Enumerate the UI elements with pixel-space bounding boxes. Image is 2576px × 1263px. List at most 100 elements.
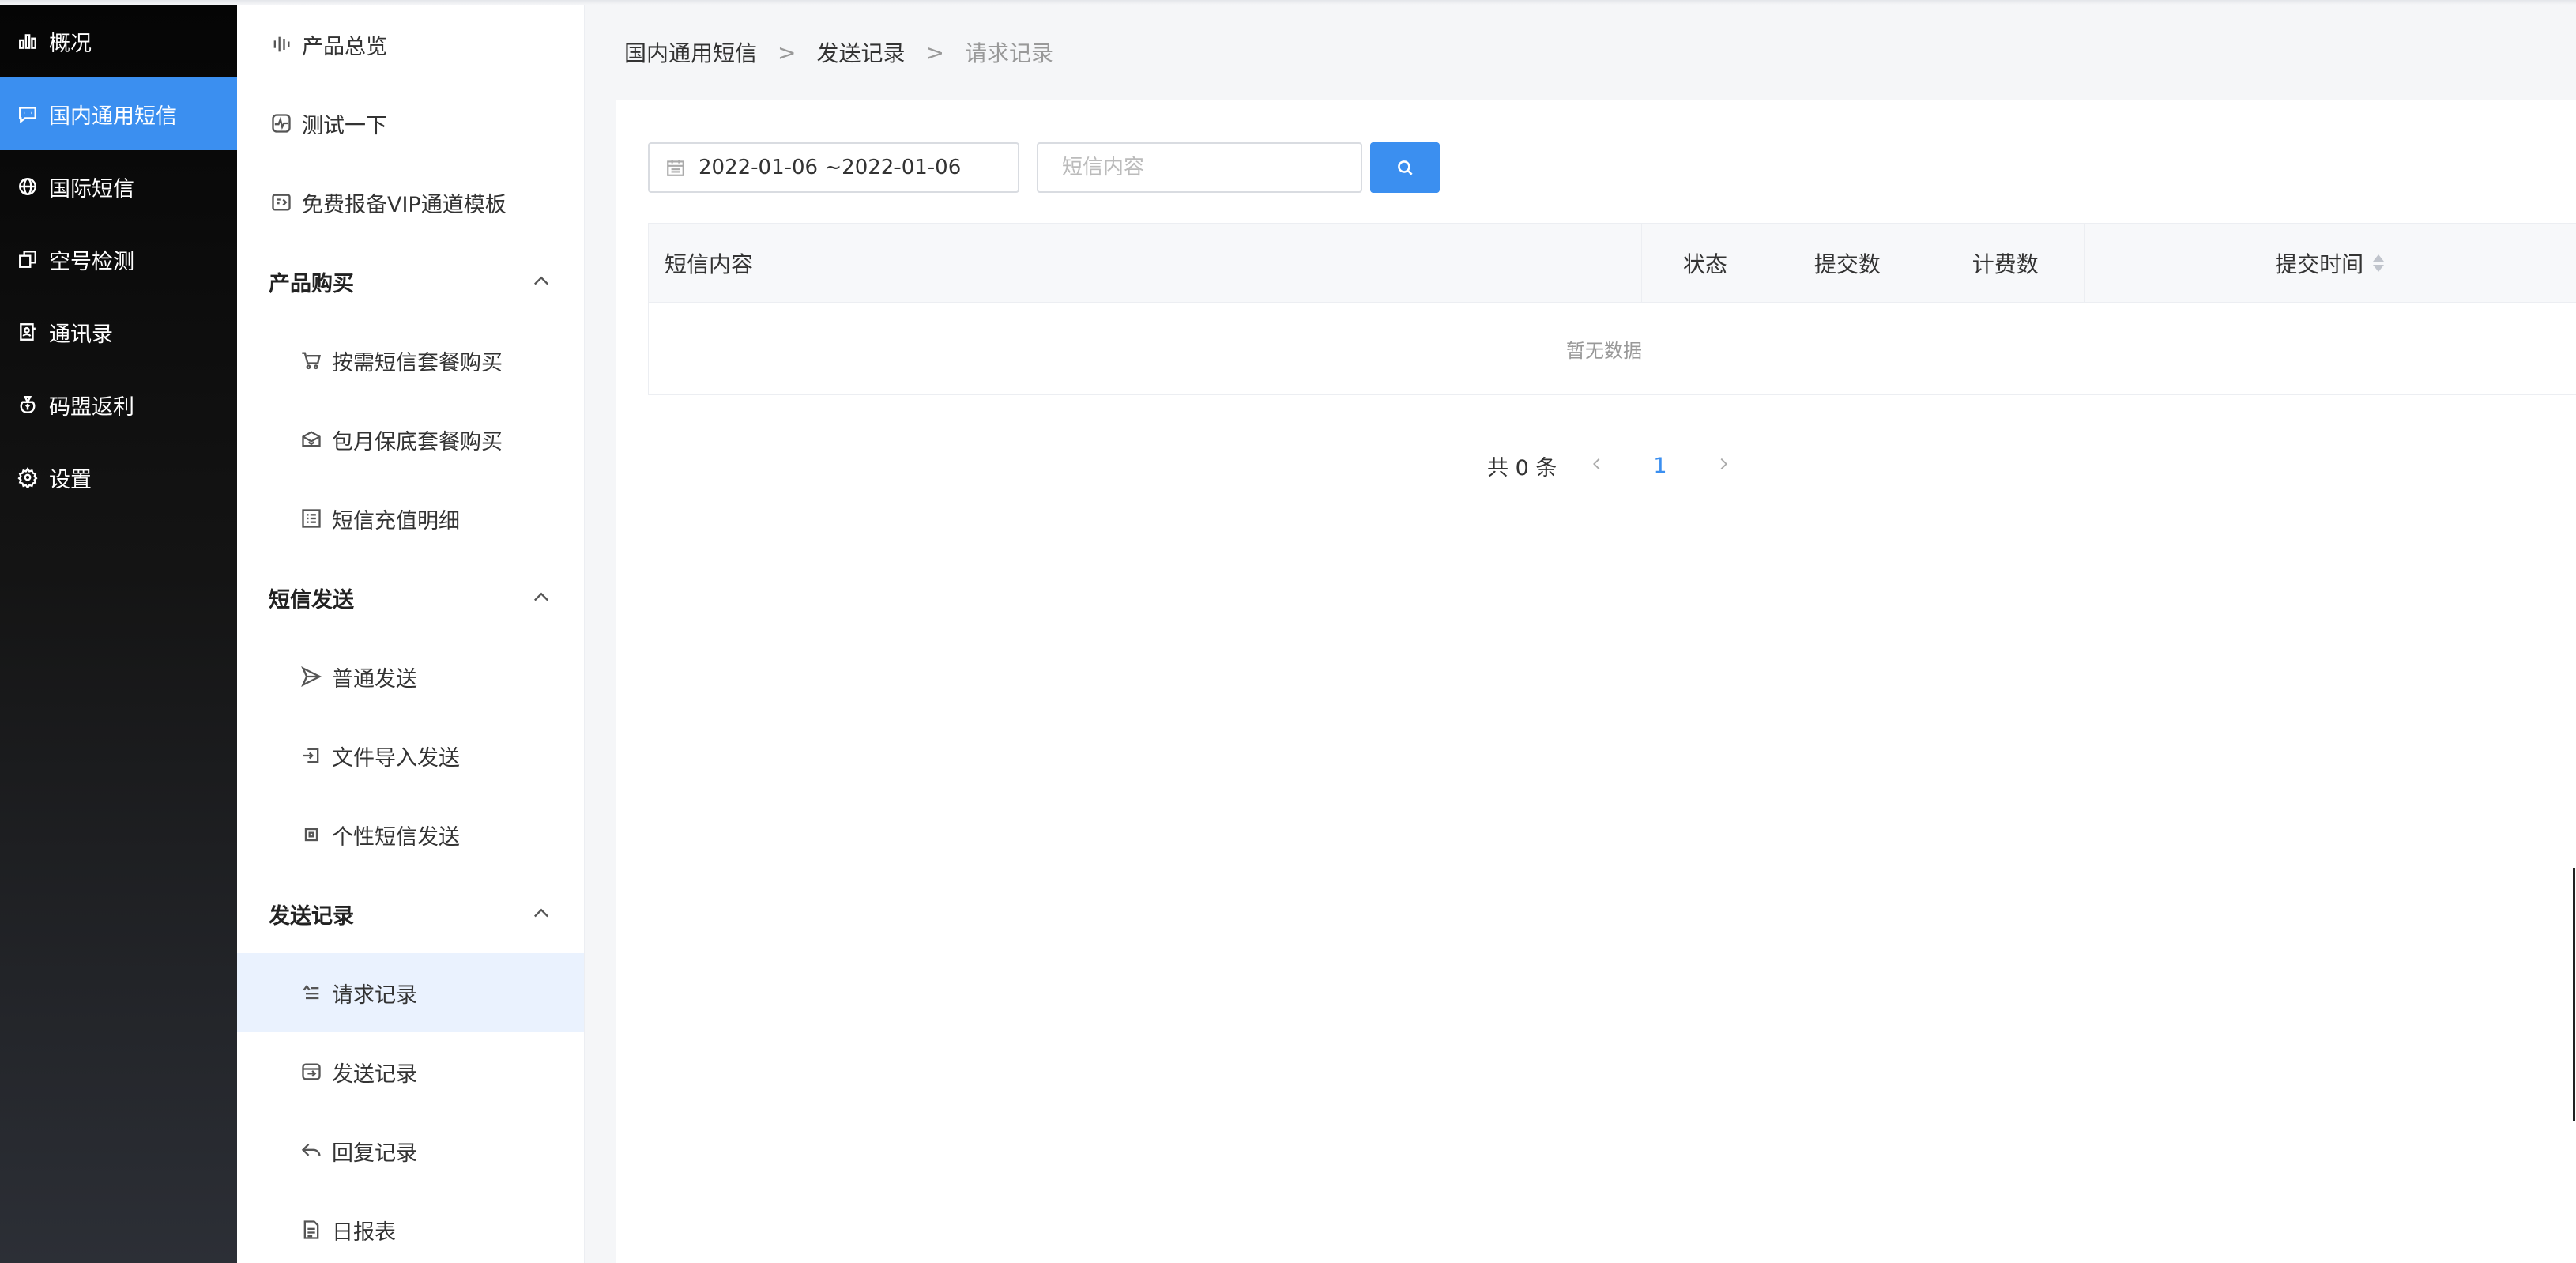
search-button[interactable]: [1370, 142, 1440, 193]
vip-template-icon: [269, 190, 294, 215]
scrollbar-thumb[interactable]: [2573, 868, 2575, 1121]
calendar-icon: [667, 160, 684, 176]
pulse-icon: [269, 111, 294, 136]
sidebar-item-label: 概况: [49, 31, 92, 56]
menu-item-reply-records[interactable]: 回复记录: [237, 1111, 584, 1190]
breadcrumb-separator: >: [778, 39, 797, 66]
contacts-icon: [16, 320, 40, 344]
chevron-up-icon: [534, 592, 548, 601]
cart-icon: [299, 348, 324, 373]
menu-item-daily-report[interactable]: 日报表: [237, 1190, 584, 1263]
sidebar-item-settings[interactable]: 设置: [0, 441, 237, 514]
menu-item-request-records[interactable]: 请求记录: [237, 953, 584, 1032]
menu-group-purchase[interactable]: 产品购买: [237, 242, 584, 321]
sort-icon[interactable]: [2371, 254, 2386, 272]
breadcrumb-item[interactable]: 发送记录: [816, 36, 905, 68]
sidebar-item-label: 通讯录: [49, 322, 113, 347]
menu-item-label: 普通发送: [332, 666, 417, 692]
next-page-button[interactable]: [1715, 454, 1732, 478]
chevron-right-icon: [1720, 458, 1727, 470]
import-icon: [299, 743, 324, 768]
menu-item-recharge-detail[interactable]: 短信充值明细: [237, 479, 584, 558]
search-icon: [1398, 160, 1413, 175]
menu-group-title: 产品购买: [269, 271, 354, 296]
chevron-up-icon: [534, 276, 548, 285]
sidebar-item-empty-number-check[interactable]: 空号检测: [0, 223, 237, 296]
menu-group-sms-send[interactable]: 短信发送: [237, 558, 584, 637]
menu-item-label: 短信充值明细: [332, 508, 460, 533]
list-icon: [299, 506, 324, 531]
date-range-picker[interactable]: 2022-01-06 ~2022-01-06: [648, 142, 1019, 193]
sidebar-item-label: 空号检测: [49, 249, 134, 274]
send-record-icon: [299, 1059, 324, 1084]
menu-item-test[interactable]: 测试一下: [237, 84, 584, 163]
request-icon: [299, 980, 324, 1005]
sidebar-item-overview[interactable]: 概况: [0, 5, 237, 77]
primary-sidebar: 概况 国内通用短信 国际短信 空号检测 通讯录 码盟返利 设置: [0, 5, 237, 1263]
menu-item-label: 包月保底套餐购买: [332, 429, 503, 454]
main-content: 2022-01-06 ~2022-01-06 短信内容 状态 提交数 计费数 提…: [616, 100, 2576, 1263]
column-header-content: 短信内容: [649, 224, 1643, 302]
menu-item-label: 回复记录: [332, 1140, 417, 1166]
pagination-total: 共 0 条: [1487, 456, 1557, 481]
menu-item-on-demand-purchase[interactable]: 按需短信套餐购买: [237, 321, 584, 400]
menu-item-label: 日报表: [332, 1220, 396, 1245]
menu-item-label: 测试一下: [302, 113, 387, 138]
page-number-current[interactable]: 1: [1653, 454, 1666, 478]
date-range-value: 2022-01-06 ~2022-01-06: [699, 156, 962, 179]
bar-chart-icon: [16, 29, 40, 53]
menu-item-label: 按需短信套餐购买: [332, 350, 503, 375]
menu-item-label: 产品总览: [302, 34, 387, 59]
chevron-left-icon: [1593, 458, 1600, 470]
money-bag-icon: [16, 393, 40, 417]
overview-icon: [269, 32, 294, 57]
column-header-status: 状态: [1642, 224, 1769, 302]
secondary-menu: 产品总览 测试一下 免费报备VIP通道模板 产品购买 按需短信套餐购买 包月保底…: [237, 5, 585, 1263]
menu-item-file-import-send[interactable]: 文件导入发送: [237, 716, 584, 795]
menu-item-label: 发送记录: [332, 1061, 417, 1087]
records-table: 短信内容 状态 提交数 计费数 提交时间 暂无数据: [648, 223, 2576, 395]
menu-item-normal-send[interactable]: 普通发送: [237, 637, 584, 716]
menu-item-label: 个性短信发送: [332, 824, 460, 850]
breadcrumb-item[interactable]: 国内通用短信: [624, 36, 757, 68]
menu-item-send-records[interactable]: 发送记录: [237, 1032, 584, 1111]
empty-state: 暂无数据: [1566, 339, 1642, 362]
detect-icon: [16, 247, 40, 271]
sidebar-item-label: 码盟返利: [49, 394, 134, 420]
globe-icon: [16, 175, 40, 198]
breadcrumb-current: 请求记录: [964, 40, 1053, 66]
gear-icon: [16, 466, 40, 489]
menu-item-custom-send[interactable]: 个性短信发送: [237, 795, 584, 874]
column-header-label: 提交时间: [2275, 251, 2364, 277]
report-icon: [299, 1217, 324, 1242]
table-header: 短信内容 状态 提交数 计费数 提交时间: [649, 224, 2576, 303]
reply-icon: [299, 1138, 324, 1163]
menu-group-send-records[interactable]: 发送记录: [237, 874, 584, 953]
send-icon: [299, 664, 324, 689]
menu-item-monthly-purchase[interactable]: 包月保底套餐购买: [237, 400, 584, 479]
sidebar-item-domestic-sms[interactable]: 国内通用短信: [0, 77, 237, 150]
pagination: 共 0 条 1: [1487, 451, 1732, 481]
menu-item-label: 请求记录: [332, 982, 417, 1008]
search-input[interactable]: [1037, 142, 1362, 193]
chevron-up-icon: [534, 908, 548, 918]
sidebar-item-label: 国际短信: [49, 176, 134, 202]
sidebar-item-international-sms[interactable]: 国际短信: [0, 150, 237, 223]
menu-group-title: 短信发送: [269, 587, 354, 613]
sidebar-item-rebate[interactable]: 码盟返利: [0, 368, 237, 441]
sidebar-item-label: 国内通用短信: [49, 104, 177, 129]
package-icon: [299, 427, 324, 452]
sidebar-item-contacts[interactable]: 通讯录: [0, 296, 237, 368]
menu-item-label: 文件导入发送: [332, 745, 460, 771]
menu-item-product-overview[interactable]: 产品总览: [237, 5, 584, 84]
custom-icon: [299, 822, 324, 847]
sidebar-item-label: 设置: [49, 467, 92, 492]
column-header-submit-time[interactable]: 提交时间: [2085, 224, 2576, 302]
menu-item-label: 免费报备VIP通道模板: [302, 192, 507, 217]
column-header-billed: 计费数: [1926, 224, 2085, 302]
prev-page-button[interactable]: [1588, 454, 1606, 478]
breadcrumb-separator: >: [925, 39, 944, 66]
menu-item-vip-template[interactable]: 免费报备VIP通道模板: [237, 163, 584, 242]
breadcrumb: 国内通用短信 > 发送记录 > 请求记录: [624, 36, 1053, 68]
column-header-submitted: 提交数: [1768, 224, 1927, 302]
